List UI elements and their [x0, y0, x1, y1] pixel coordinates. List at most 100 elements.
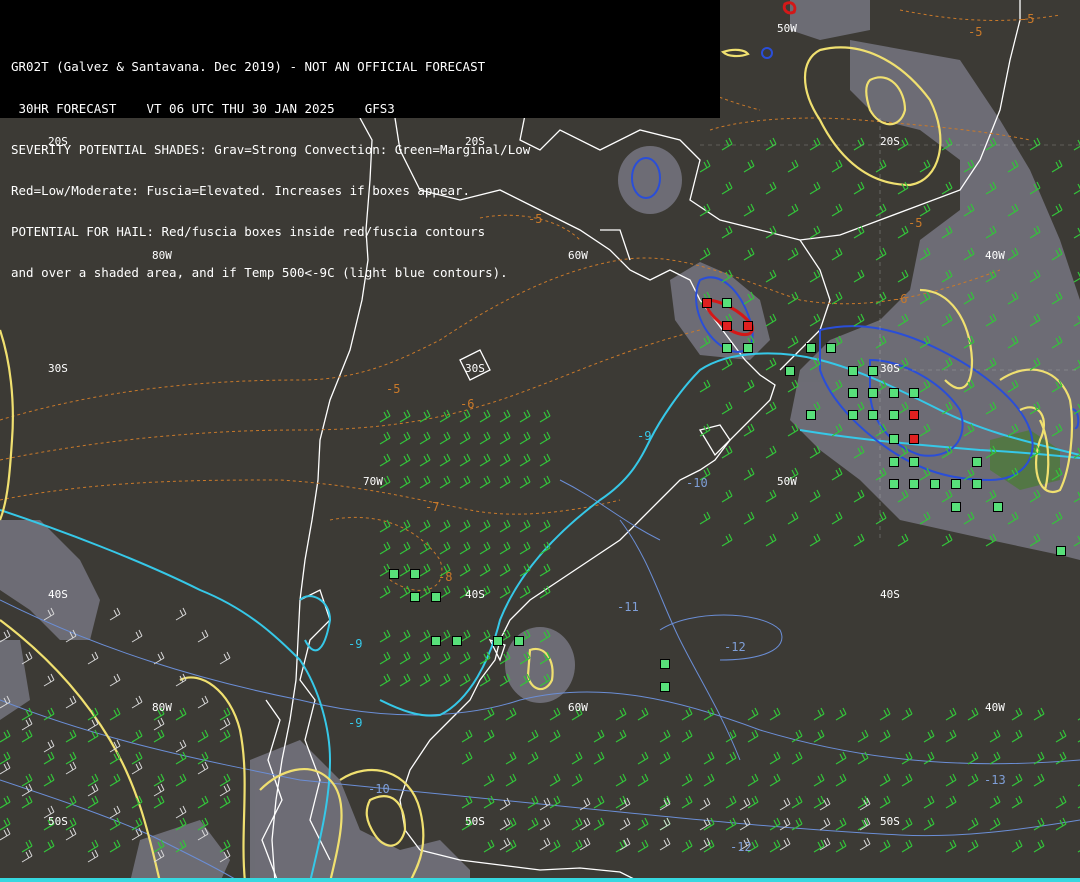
wind-barb	[769, 817, 781, 831]
wind-barb	[399, 453, 411, 467]
wind-barb	[853, 137, 865, 151]
wind-barb	[439, 519, 451, 533]
hail-box-red	[909, 410, 919, 420]
hail-box-green	[930, 479, 940, 489]
wind-barb	[637, 751, 649, 765]
wind-barb	[379, 409, 391, 423]
hail-box-green	[660, 682, 670, 692]
wind-barb	[923, 729, 935, 743]
grid-label: 50S	[48, 815, 68, 828]
wind-barb	[131, 751, 143, 765]
wind-barb	[499, 519, 511, 533]
wind-barb	[131, 729, 143, 743]
hail-box-green	[743, 343, 753, 353]
wind-barb	[813, 707, 825, 721]
wind-barb	[505, 751, 517, 765]
wind-barb	[901, 707, 913, 721]
wind-barb	[379, 453, 391, 467]
wind-barb	[765, 137, 777, 151]
wind-barb	[901, 817, 913, 831]
hail-box-green	[806, 410, 816, 420]
wind-barb	[419, 651, 431, 665]
wind-barb	[967, 707, 979, 721]
wind-barb	[399, 651, 411, 665]
contour-label: -12	[730, 840, 752, 854]
wind-barb	[1011, 729, 1023, 743]
hail-box-green	[722, 298, 732, 308]
wind-barb	[809, 533, 821, 547]
wind-barb-white	[219, 651, 231, 665]
hail-box-green	[889, 410, 899, 420]
hail-box-green	[909, 388, 919, 398]
wind-barb-white	[0, 761, 11, 775]
wind-barb	[681, 729, 693, 743]
hail-box-green	[889, 479, 899, 489]
wind-barb	[459, 431, 471, 445]
wind-barb-white	[21, 849, 33, 863]
wind-barb	[109, 751, 121, 765]
wind-barb	[519, 541, 531, 555]
wind-barb	[853, 533, 865, 547]
wind-barb	[813, 729, 825, 743]
wind-barb	[721, 401, 733, 415]
wind-barb	[483, 707, 495, 721]
wind-barb	[399, 563, 411, 577]
wind-barb	[87, 795, 99, 809]
hail-box-green	[848, 388, 858, 398]
grid-label: 40W	[985, 701, 1005, 714]
wind-barb	[399, 629, 411, 643]
wind-barb	[923, 795, 935, 809]
wind-barb	[479, 629, 491, 643]
grid-label: 30S	[465, 362, 485, 375]
wind-barb	[219, 707, 231, 721]
wind-barb	[479, 541, 491, 555]
wind-barb	[681, 707, 693, 721]
wind-barb	[459, 563, 471, 577]
wind-barb	[747, 773, 759, 787]
wind-barb	[1073, 139, 1080, 151]
wind-barb	[419, 541, 431, 555]
wind-barb	[945, 707, 957, 721]
wind-barb-white	[859, 837, 871, 851]
wind-barb	[765, 533, 777, 547]
wind-barb	[637, 773, 649, 787]
wind-barb	[721, 181, 733, 195]
hail-box-green	[785, 366, 795, 376]
wind-barb	[835, 817, 847, 831]
wind-barb	[539, 519, 551, 533]
wind-barb	[857, 729, 869, 743]
wind-barb	[461, 751, 473, 765]
wind-barb	[967, 773, 979, 787]
wind-barb	[813, 795, 825, 809]
contour-label: -5	[908, 216, 923, 230]
hail-box-green	[868, 388, 878, 398]
wind-barb	[699, 379, 711, 393]
grid-label: 20S	[48, 135, 68, 148]
wind-barb	[419, 409, 431, 423]
wind-barb	[1011, 839, 1023, 853]
wind-barb	[853, 181, 865, 195]
wind-barb	[809, 137, 821, 151]
grid-label: 40S	[48, 588, 68, 601]
wind-barb	[721, 137, 733, 151]
wind-barb	[439, 453, 451, 467]
wind-barb-white	[87, 849, 99, 863]
wind-barb	[875, 159, 887, 173]
wind-barb-white	[153, 651, 165, 665]
wind-barb	[897, 533, 909, 547]
wind-barb	[439, 475, 451, 489]
hail-box-green	[431, 592, 441, 602]
wind-barb	[743, 159, 755, 173]
wind-barb	[461, 795, 473, 809]
wind-barb	[1055, 795, 1067, 809]
wind-barb	[379, 519, 391, 533]
wind-barb	[1051, 159, 1063, 173]
wind-barb	[835, 751, 847, 765]
wind-barb	[703, 773, 715, 787]
header-line-1: GR02T (Galvez & Santavana. Dec 2019) - N…	[11, 59, 486, 75]
hail-box-green	[972, 457, 982, 467]
wind-barb	[721, 489, 733, 503]
wind-barb	[499, 453, 511, 467]
wind-barb	[499, 475, 511, 489]
wind-barb	[479, 563, 491, 577]
